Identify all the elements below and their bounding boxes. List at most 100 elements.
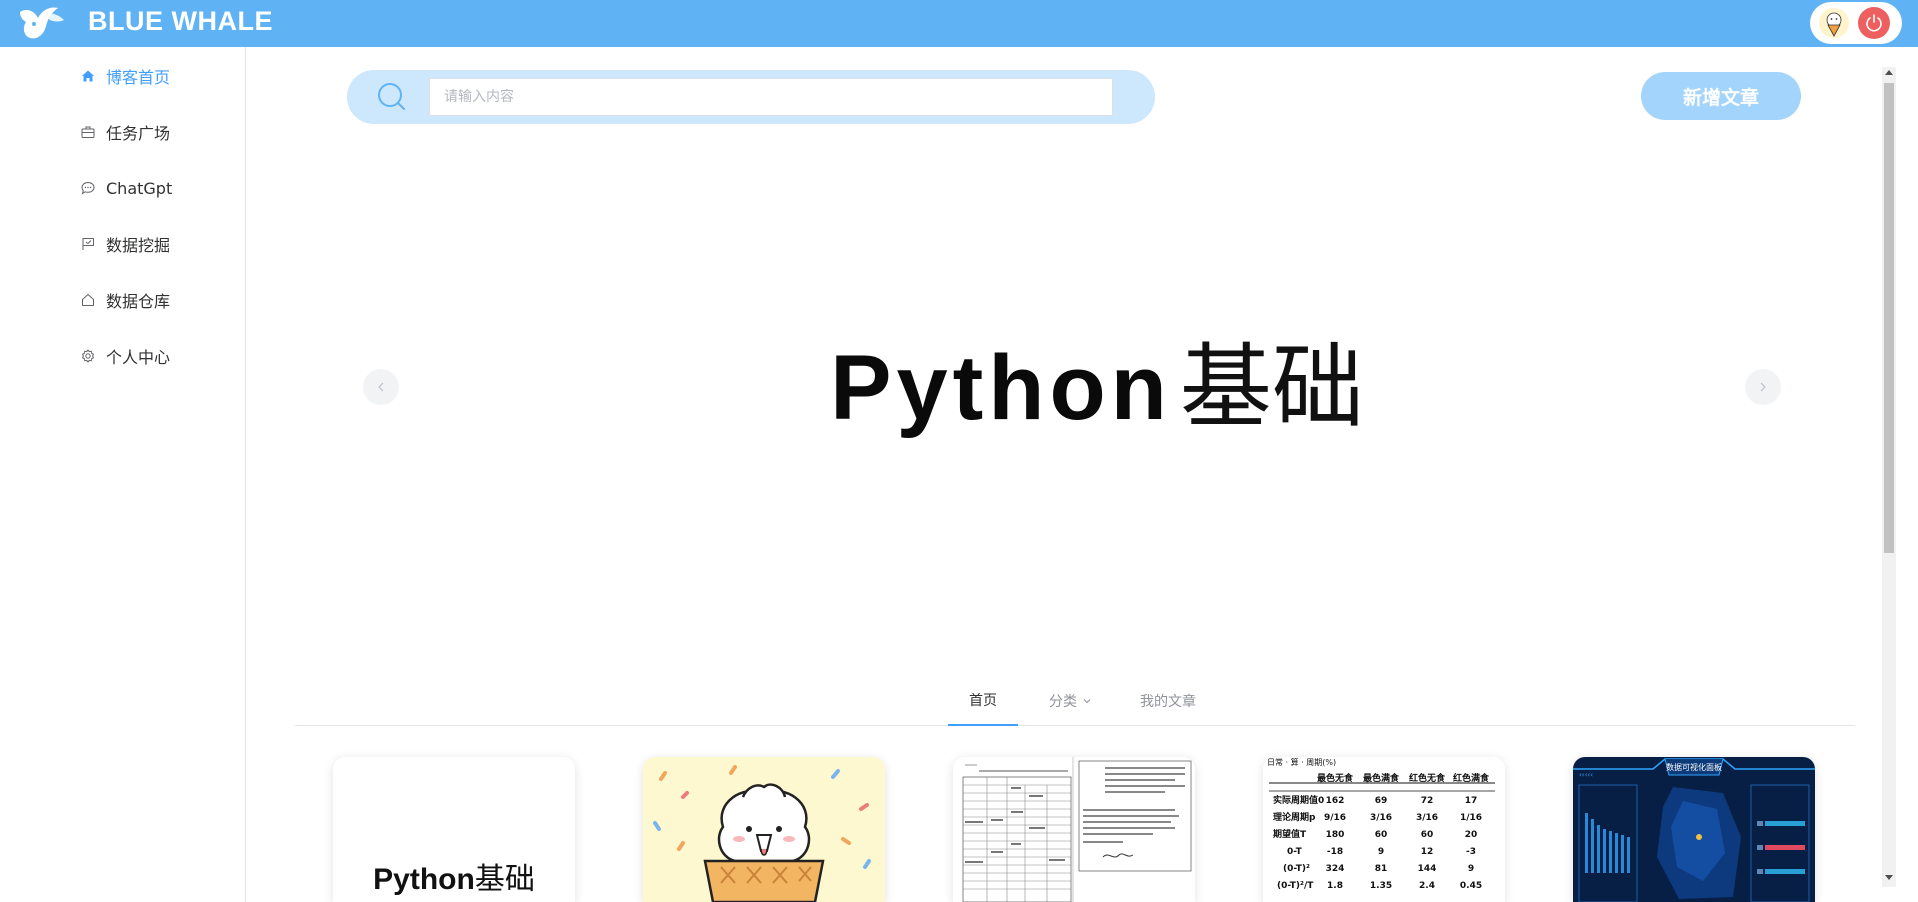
slide-title-latin: Python — [830, 337, 1172, 439]
table-cell: 17 — [1465, 796, 1478, 806]
thumb-title: 数据可视化面板 — [1666, 762, 1722, 772]
tab-label: 分类 — [1049, 694, 1077, 710]
table-cell: 144 — [1418, 864, 1437, 874]
sidebar-item-data-warehouse[interactable]: 数据仓库 — [80, 285, 240, 315]
house-outline-icon — [80, 292, 96, 308]
chevron-right-icon — [1760, 382, 1766, 392]
table-cell: 3/16 — [1416, 813, 1438, 823]
sidebar-item-task-square[interactable]: 任务广场 — [80, 117, 240, 147]
sidebar-item-label: 数据仓库 — [106, 292, 171, 311]
table-header: 红色无食 — [1409, 772, 1446, 784]
table-cell: 1.8 — [1327, 881, 1343, 891]
sidebar: 博客首页 任务广场 ChatGpt 数据挖掘 数据仓库 个人中心 — [0, 47, 246, 902]
page-scrollbar[interactable] — [1882, 67, 1896, 887]
sidebar-item-label: ChatGpt — [106, 178, 173, 198]
table-cell: 1/16 — [1460, 813, 1482, 823]
table-cell: 0.45 — [1460, 881, 1482, 891]
chat-bubble-icon — [80, 180, 96, 196]
avatar-image — [1826, 12, 1842, 37]
new-article-button[interactable]: 新增文章 — [1641, 72, 1801, 120]
table-cell: 324 — [1326, 864, 1345, 874]
search-icon[interactable] — [377, 82, 407, 112]
table-cell: -18 — [1327, 847, 1343, 857]
table-cell: 理论周期p — [1273, 811, 1316, 823]
sidebar-item-blog-home[interactable]: 博客首页 — [80, 61, 240, 91]
scroll-down-arrow[interactable] — [1885, 875, 1893, 880]
avatar[interactable] — [1819, 8, 1849, 38]
table-cell: 12 — [1421, 847, 1434, 857]
article-card[interactable] — [953, 757, 1195, 902]
article-tabs: 首页 分类 我的文章 — [295, 676, 1855, 726]
tab-label: 首页 — [969, 693, 997, 709]
brand-name: BLUE WHALE — [88, 6, 273, 36]
table-cell: 162 — [1326, 796, 1345, 806]
sidebar-item-data-mining[interactable]: 数据挖掘 — [80, 229, 240, 259]
table-cell: 60 — [1421, 830, 1434, 840]
table-cell: 9 — [1468, 864, 1474, 874]
table-cell: 期望值T — [1273, 828, 1307, 840]
sidebar-item-label: 任务广场 — [106, 124, 171, 143]
tab-category[interactable]: 分类 — [1031, 676, 1111, 726]
table-cell: 1.35 — [1370, 881, 1392, 891]
sidebar-item-personal-center[interactable]: 个人中心 — [80, 341, 240, 371]
banner-carousel: Python 基础 — [347, 150, 1797, 622]
table-cell: 81 — [1375, 864, 1388, 874]
article-card[interactable] — [643, 757, 885, 902]
user-controls — [1810, 2, 1902, 44]
article-card[interactable]: Python基础 — [333, 757, 575, 902]
table-header: 红色满食 — [1453, 772, 1490, 784]
tab-home[interactable]: 首页 — [948, 676, 1018, 726]
sidebar-item-chatgpt[interactable]: ChatGpt — [80, 173, 240, 203]
table-cell: 60 — [1375, 830, 1388, 840]
briefcase-icon — [80, 124, 96, 140]
carousel-prev-button[interactable] — [363, 369, 399, 405]
table-cell: 20 — [1465, 830, 1478, 840]
tab-label: 我的文章 — [1140, 694, 1196, 710]
tab-my-articles[interactable]: 我的文章 — [1118, 676, 1218, 726]
table-cell: 2.4 — [1419, 881, 1435, 891]
table-cell: 3/16 — [1370, 813, 1392, 823]
table-header: 最色无食 — [1317, 772, 1354, 784]
card-thumbnail: 日常 · 算 · 周期(%) 最色无食 最色满食 红色无食 红色满食 实际周期值… — [1263, 757, 1505, 902]
chevron-down-icon — [1083, 699, 1091, 704]
scroll-up-arrow[interactable] — [1885, 70, 1893, 75]
top-header: BLUE WHALE — [0, 0, 1918, 47]
card-thumbnail: 数据可视化面板 ‹‹‹‹‹ — [1573, 757, 1815, 902]
table-cell: 9 — [1378, 847, 1384, 857]
table-cell: -3 — [1466, 847, 1476, 857]
table-cell: 180 — [1326, 830, 1345, 840]
table-cell: 72 — [1421, 796, 1434, 806]
card-thumbnail — [643, 757, 885, 902]
article-card[interactable]: 数据可视化面板 ‹‹‹‹‹ — [1573, 757, 1815, 902]
search-input[interactable] — [429, 78, 1113, 116]
thumb-text-latin: Python — [373, 863, 475, 896]
table-cell: 0-T — [1287, 847, 1303, 857]
search-bar — [347, 70, 1155, 124]
sidebar-item-label: 个人中心 — [106, 348, 171, 367]
table-cell: (0-T)² — [1283, 864, 1310, 874]
thumb-back: ‹‹‹‹‹ — [1579, 771, 1593, 779]
table-cell: 实际周期值0 — [1273, 794, 1324, 806]
table-cell: 69 — [1375, 796, 1388, 806]
sidebar-item-label: 数据挖掘 — [106, 236, 171, 255]
slide-title-cjk: 基础 — [1179, 334, 1364, 441]
table-cell: 9/16 — [1324, 813, 1346, 823]
carousel-next-button[interactable] — [1745, 369, 1781, 405]
gear-icon — [80, 348, 96, 364]
home-icon — [80, 68, 96, 84]
power-icon — [1866, 14, 1882, 32]
logout-button[interactable] — [1858, 7, 1890, 39]
scroll-thumb[interactable] — [1884, 83, 1894, 553]
card-thumbnail: Python基础 — [333, 757, 575, 902]
sidebar-item-label: 博客首页 — [106, 68, 171, 87]
flag-icon — [80, 236, 96, 252]
card-thumbnail — [953, 757, 1195, 902]
chevron-left-icon — [378, 382, 384, 392]
table-header: 最色满食 — [1363, 772, 1400, 784]
thumb-title: 日常 · 算 · 周期(%) — [1267, 757, 1336, 767]
article-card[interactable]: 日常 · 算 · 周期(%) 最色无食 最色满食 红色无食 红色满食 实际周期值… — [1263, 757, 1505, 902]
thumb-text-cjk: 基础 — [474, 862, 535, 897]
carousel-slide[interactable]: Python 基础 — [697, 328, 1497, 448]
table-cell: (0-T)²/T — [1277, 881, 1314, 891]
whale-logo-icon[interactable] — [16, 4, 70, 42]
